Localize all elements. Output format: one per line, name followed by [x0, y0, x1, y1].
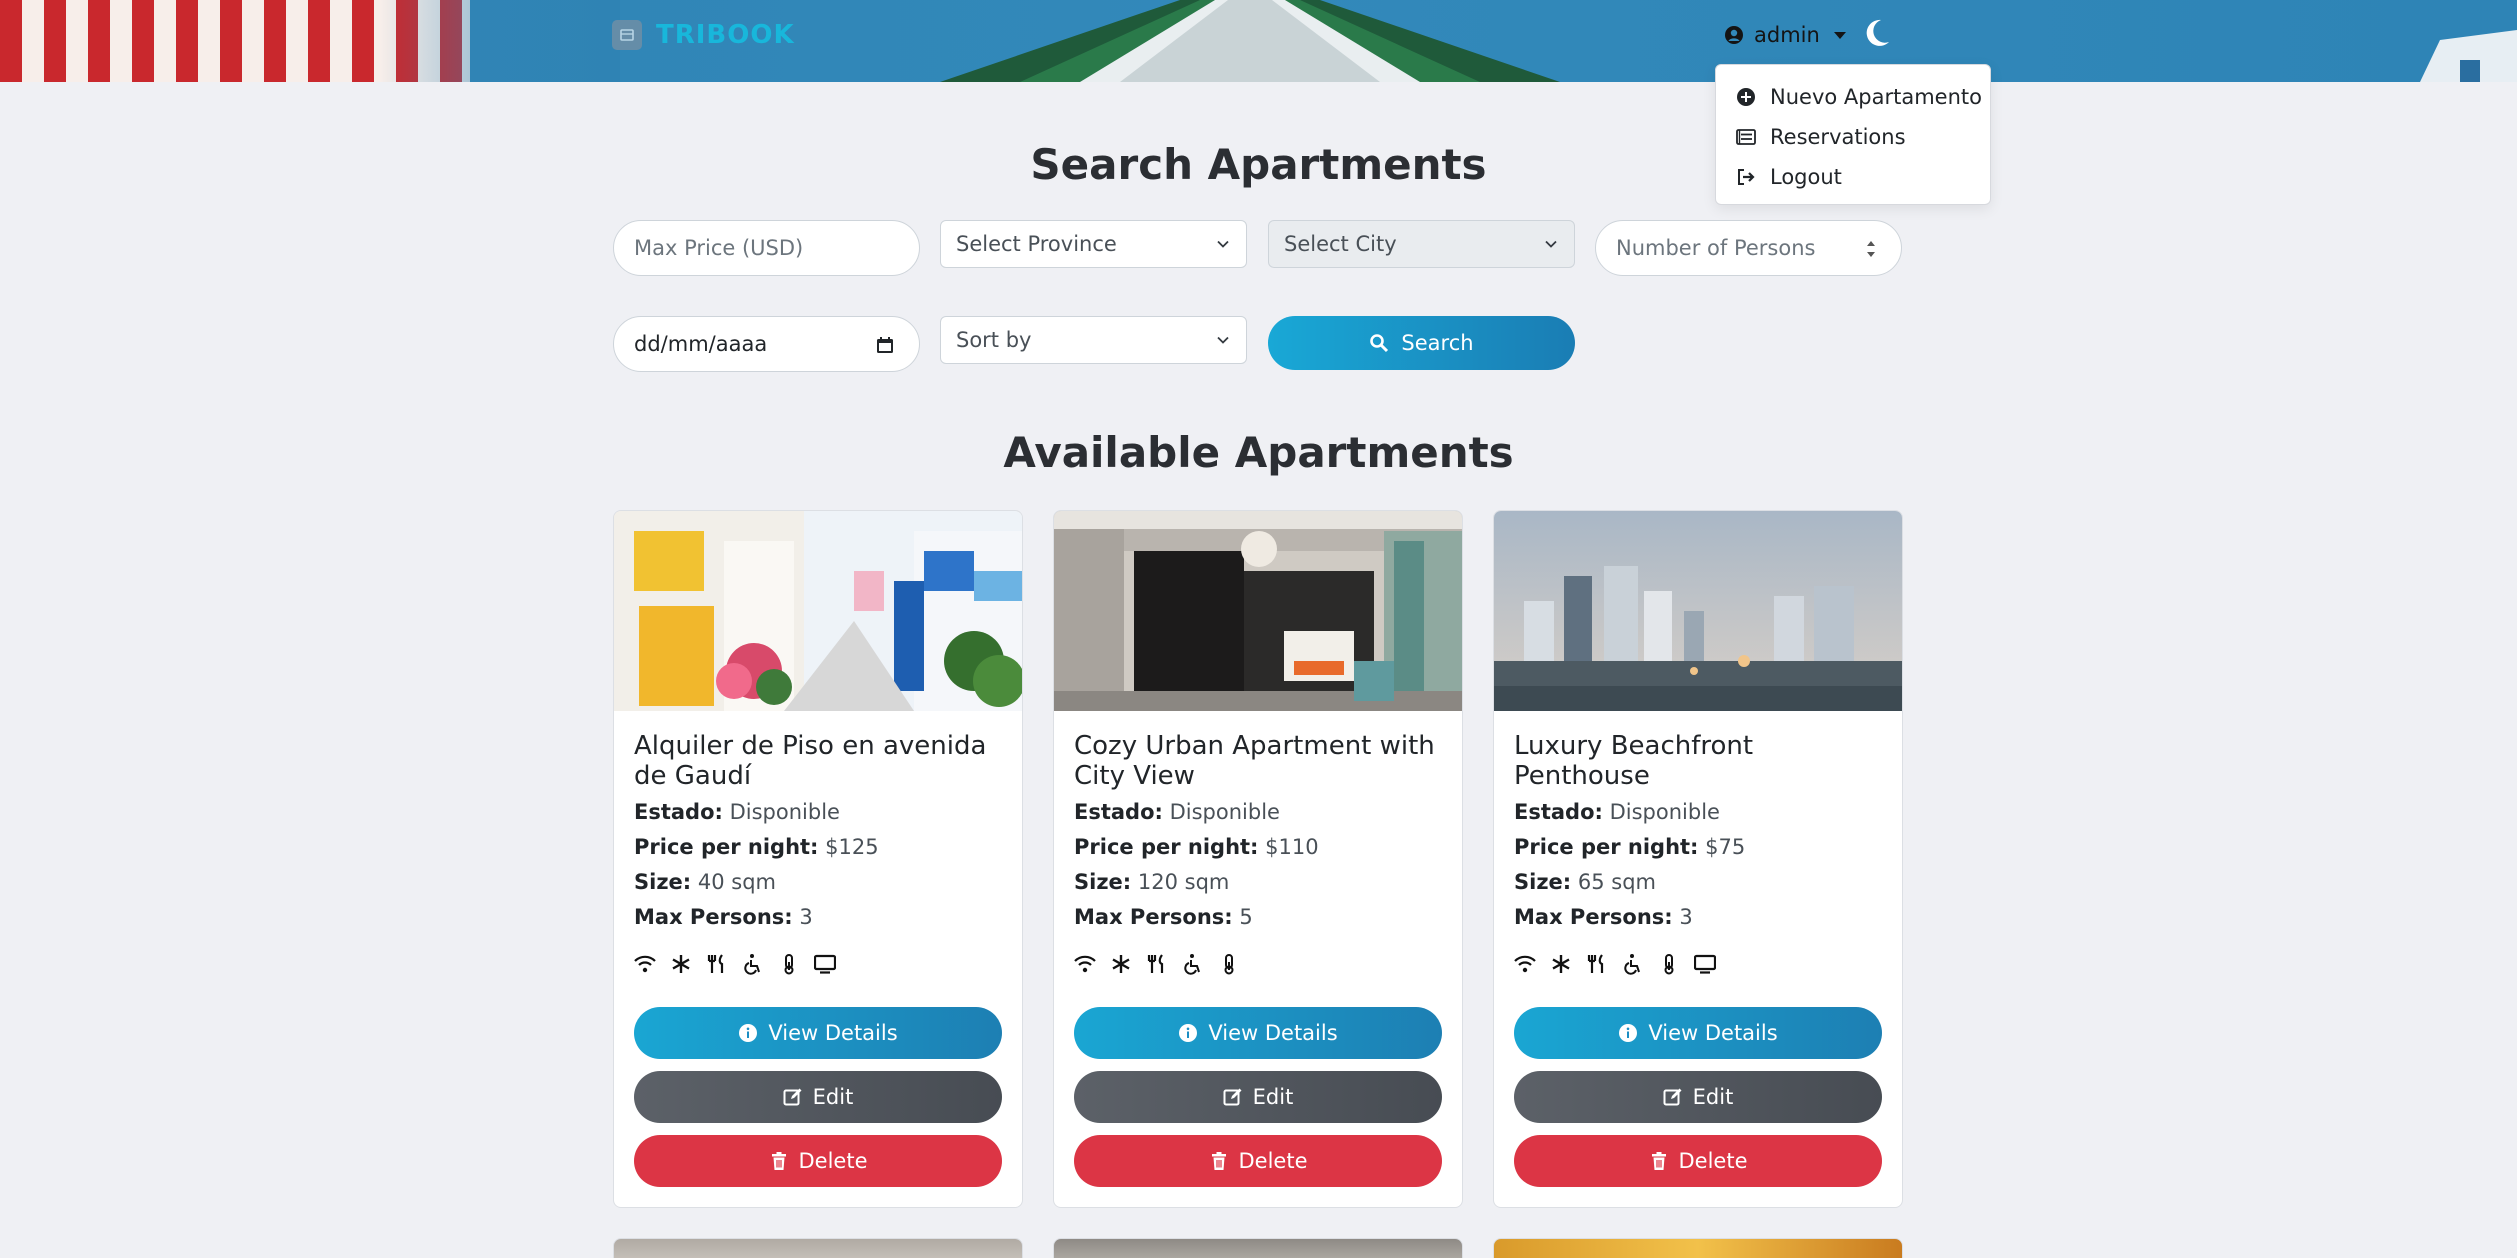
apartment-photo: [614, 511, 1022, 711]
wheelchair-icon: [744, 954, 760, 975]
wifi-icon: [1074, 955, 1096, 973]
number-spinner-icon[interactable]: [1865, 237, 1877, 261]
sort-select[interactable]: Sort by: [940, 316, 1247, 364]
user-name: admin: [1754, 23, 1820, 47]
dropdown-item-new-apartment[interactable]: Nuevo Apartamento: [1716, 77, 1990, 117]
search-title: Search Apartments: [1030, 140, 1487, 189]
apartment-price: Price per night: $110: [1074, 835, 1319, 859]
apartment-size: Size: 40 sqm: [634, 870, 776, 894]
apartment-card: Cozy Urban Apartment with City View Esta…: [1053, 510, 1463, 1208]
apartment-card: Alquiler de Piso en avenida de Gaudí Est…: [613, 510, 1023, 1208]
edit-icon: [1223, 1088, 1242, 1106]
wifi-icon: [634, 955, 656, 973]
edit-button[interactable]: Edit: [634, 1071, 1002, 1123]
edit-button[interactable]: Edit: [1074, 1071, 1442, 1123]
trash-icon: [1651, 1152, 1666, 1170]
province-select[interactable]: Select Province: [940, 220, 1247, 268]
info-circle-icon: [739, 1024, 758, 1042]
chevron-down-icon: [1217, 240, 1229, 248]
thermometer-icon: [1224, 954, 1234, 975]
plus-circle-icon: [1737, 88, 1755, 106]
persons-input[interactable]: Number of Persons: [1595, 220, 1902, 276]
view-details-button[interactable]: View Details: [1514, 1007, 1882, 1059]
apartment-title: Luxury Beachfront Penthouse: [1514, 731, 1754, 791]
apartment-card-partial: [1493, 1238, 1903, 1258]
utensils-icon: [707, 954, 724, 973]
apartment-status: Estado: Disponible: [1514, 800, 1720, 824]
apartment-price: Price per night: $125: [634, 835, 879, 859]
apartment-card-partial: [1053, 1238, 1463, 1258]
trash-icon: [771, 1152, 786, 1170]
city-select[interactable]: Select City: [1268, 220, 1575, 268]
tv-icon: [814, 954, 836, 974]
apartment-status: Estado: Disponible: [634, 800, 840, 824]
apartment-photo: [1054, 511, 1462, 711]
top-navbar: TRIBOOK admin: [0, 0, 2517, 82]
amenities-row: [1074, 951, 1442, 977]
apartment-max-persons: Max Persons: 3: [634, 905, 813, 929]
chevron-down-icon: [1217, 336, 1229, 344]
apartment-size: Size: 120 sqm: [1074, 870, 1230, 894]
view-details-button[interactable]: View Details: [1074, 1007, 1442, 1059]
apartment-size: Size: 65 sqm: [1514, 870, 1656, 894]
tv-icon: [1694, 954, 1716, 974]
apartment-max-persons: Max Persons: 3: [1514, 905, 1693, 929]
chevron-down-icon: [1545, 240, 1557, 248]
thermometer-icon: [784, 954, 794, 975]
apartment-card-partial: [613, 1238, 1023, 1258]
available-title: Available Apartments: [1003, 428, 1514, 477]
utensils-icon: [1587, 954, 1604, 973]
apartment-max-persons: Max Persons: 5: [1074, 905, 1253, 929]
apartment-photo: [1494, 511, 1902, 711]
brand-name: TRIBOOK: [656, 20, 795, 50]
apartment-price: Price per night: $75: [1514, 835, 1746, 859]
search-icon: [1370, 334, 1389, 353]
brand-logo-icon: [612, 20, 642, 50]
view-details-button[interactable]: View Details: [634, 1007, 1002, 1059]
wheelchair-icon: [1624, 954, 1640, 975]
delete-button[interactable]: Delete: [1514, 1135, 1882, 1187]
dark-mode-toggle-moon-icon[interactable]: [1861, 16, 1893, 52]
edit-icon: [1663, 1088, 1682, 1106]
user-circle-icon: [1725, 26, 1743, 44]
apartment-card: Luxury Beachfront Penthouse Estado: Disp…: [1493, 510, 1903, 1208]
edit-icon: [783, 1088, 802, 1106]
snowflake-icon: [672, 955, 690, 973]
apartment-title: Cozy Urban Apartment with City View: [1074, 731, 1435, 791]
snowflake-icon: [1112, 955, 1130, 973]
thermometer-icon: [1664, 954, 1674, 975]
navbar-background-roof: [0, 0, 2517, 82]
delete-button[interactable]: Delete: [634, 1135, 1002, 1187]
calendar-icon[interactable]: [875, 335, 895, 355]
date-input[interactable]: dd/mm/aaaa: [613, 316, 920, 372]
snowflake-icon: [1552, 955, 1570, 973]
wifi-icon: [1514, 955, 1536, 973]
caret-down-icon: [1833, 31, 1846, 39]
info-circle-icon: [1179, 1024, 1198, 1042]
info-circle-icon: [1619, 1024, 1638, 1042]
search-button[interactable]: Search: [1268, 316, 1575, 370]
edit-button[interactable]: Edit: [1514, 1071, 1882, 1123]
max-price-input[interactable]: Max Price (USD): [613, 220, 920, 276]
delete-button[interactable]: Delete: [1074, 1135, 1442, 1187]
amenities-row: [634, 951, 1002, 977]
utensils-icon: [1147, 954, 1164, 973]
brand[interactable]: TRIBOOK: [612, 18, 795, 52]
amenities-row: [1514, 951, 1882, 977]
apartment-status: Estado: Disponible: [1074, 800, 1280, 824]
user-menu-toggle[interactable]: admin: [1724, 18, 1846, 52]
apartment-title: Alquiler de Piso en avenida de Gaudí: [634, 731, 987, 791]
wheelchair-icon: [1184, 954, 1200, 975]
trash-icon: [1211, 1152, 1226, 1170]
